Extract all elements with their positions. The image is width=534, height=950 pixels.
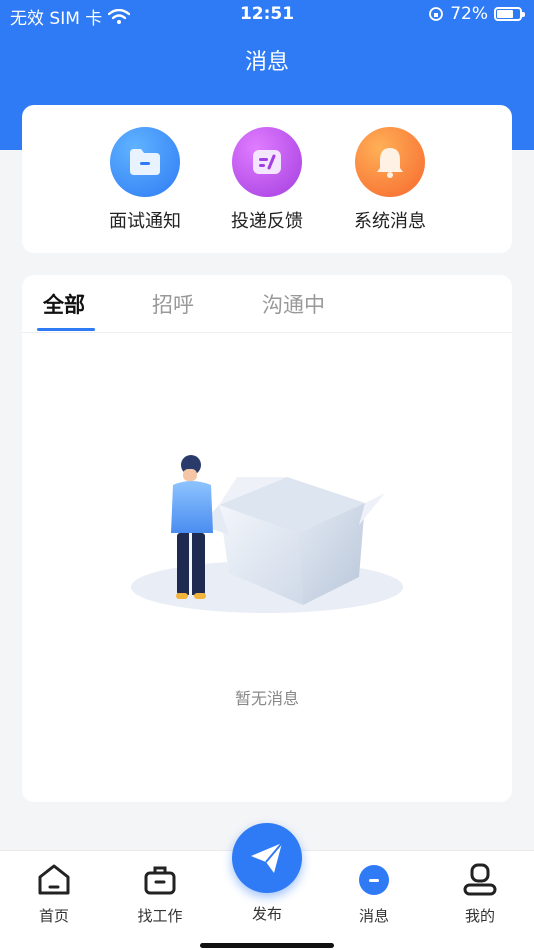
message-list-card: 全部 招呼 沟通中 暂无消息	[22, 275, 512, 802]
nav-publish-label: 发布	[251, 905, 282, 923]
nav-home[interactable]: 首页	[14, 863, 94, 926]
nav-home-label: 首页	[38, 907, 69, 925]
battery-icon	[494, 7, 525, 21]
nav-jobs[interactable]: 找工作	[120, 863, 200, 926]
battery-fill	[497, 10, 513, 18]
empty-state-text: 暂无消息	[234, 689, 299, 708]
category-interview-notice[interactable]: 面试通知	[90, 127, 200, 233]
tab-all[interactable]: 全部	[43, 289, 85, 319]
orientation-lock-icon	[429, 7, 444, 21]
bell-icon	[355, 127, 425, 197]
category-label: 面试通知	[109, 211, 181, 232]
paper-plane-icon	[251, 842, 283, 873]
empty-box-illustration	[131, 455, 403, 613]
status-right: 72%	[428, 4, 525, 24]
tab-greetings[interactable]: 招呼	[152, 289, 194, 319]
category-label: 投递反馈	[231, 211, 303, 232]
profile-icon	[463, 863, 497, 896]
bottom-navigation: 首页 找工作 发布 消息 我的	[0, 823, 534, 950]
battery-percent: 72%	[450, 4, 488, 24]
category-delivery-feedback[interactable]: 投递反馈	[212, 127, 322, 233]
tab-in-conversation[interactable]: 沟通中	[262, 289, 325, 319]
nav-mine[interactable]: 我的	[440, 863, 520, 926]
home-icon	[38, 864, 70, 895]
category-label: 系统消息	[354, 211, 426, 232]
message-bubble-icon	[359, 865, 389, 895]
nav-messages[interactable]: 消息	[334, 863, 414, 926]
edit-note-icon	[232, 127, 302, 197]
briefcase-icon	[144, 866, 176, 895]
message-categories-card: 面试通知 投递反馈 系统消息	[22, 105, 512, 253]
home-indicator	[200, 943, 334, 948]
nav-messages-label: 消息	[358, 907, 389, 925]
message-tabs: 全部 招呼 沟通中	[22, 275, 512, 333]
status-bar: 无效 SIM 卡 12:51 72%	[0, 0, 534, 30]
page-title: 消息	[244, 50, 289, 75]
active-tab-indicator	[37, 328, 95, 331]
publish-button[interactable]	[232, 823, 302, 893]
category-system-message[interactable]: 系统消息	[335, 127, 445, 233]
nav-jobs-label: 找工作	[137, 907, 183, 925]
nav-mine-label: 我的	[464, 907, 495, 925]
folder-icon	[110, 127, 180, 197]
